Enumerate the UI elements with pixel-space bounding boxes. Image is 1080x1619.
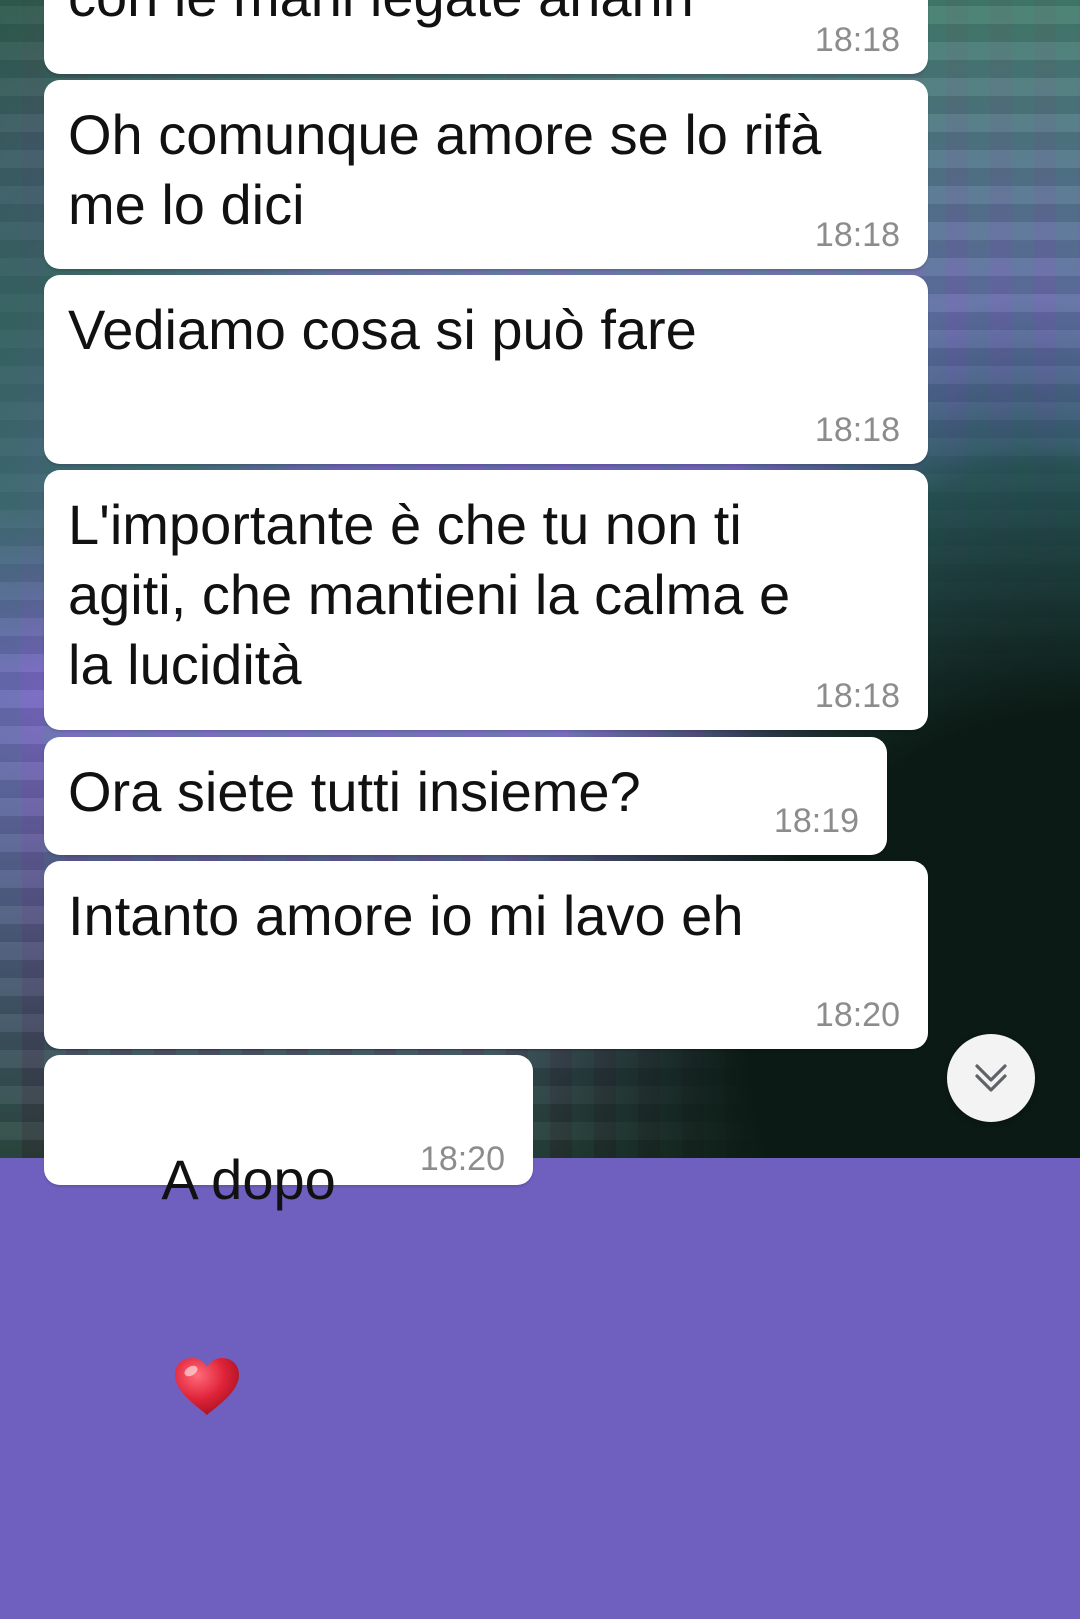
message-bubble[interactable]: Ora siete tutti insieme? 18:19: [44, 737, 887, 855]
heart-icon: [171, 1215, 243, 1415]
message-bubble[interactable]: con le mani legate ahahh 18:18: [44, 0, 928, 74]
message-bubble[interactable]: Vediamo cosa si può fare 18:18: [44, 275, 928, 464]
message-text: Intanto amore io mi lavo eh: [68, 884, 744, 947]
message-time: 18:19: [773, 802, 859, 840]
message-text-content: A dopo: [161, 1148, 336, 1211]
message-text: Vediamo cosa si può fare: [68, 298, 697, 361]
message-bubble[interactable]: Intanto amore io mi lavo eh 18:20: [44, 861, 928, 1049]
message-bubble[interactable]: Oh comunque amore se lo rifà me lo dici …: [44, 80, 928, 269]
message-bubble[interactable]: L'importante è che tu non ti agiti, che …: [44, 470, 928, 730]
message-time: 18:18: [814, 677, 900, 715]
message-text: L'importante è che tu non ti agiti, che …: [68, 493, 791, 696]
message-time: 18:20: [814, 996, 900, 1034]
message-time: 18:18: [814, 216, 900, 254]
message-time: 18:20: [419, 1140, 505, 1178]
message-bubble[interactable]: A dopo 18:20: [44, 1055, 533, 1415]
message-time: 18:18: [814, 411, 900, 449]
message-text: con le mani legate ahahh: [68, 0, 888, 32]
double-chevron-down-icon: [969, 1056, 1013, 1100]
message-time: 18:18: [814, 21, 900, 59]
scroll-to-bottom-button[interactable]: [947, 1034, 1035, 1122]
message-text: Oh comunque amore se lo rifà me lo dici: [68, 103, 822, 236]
message-text: Ora siete tutti insieme?: [68, 760, 641, 823]
